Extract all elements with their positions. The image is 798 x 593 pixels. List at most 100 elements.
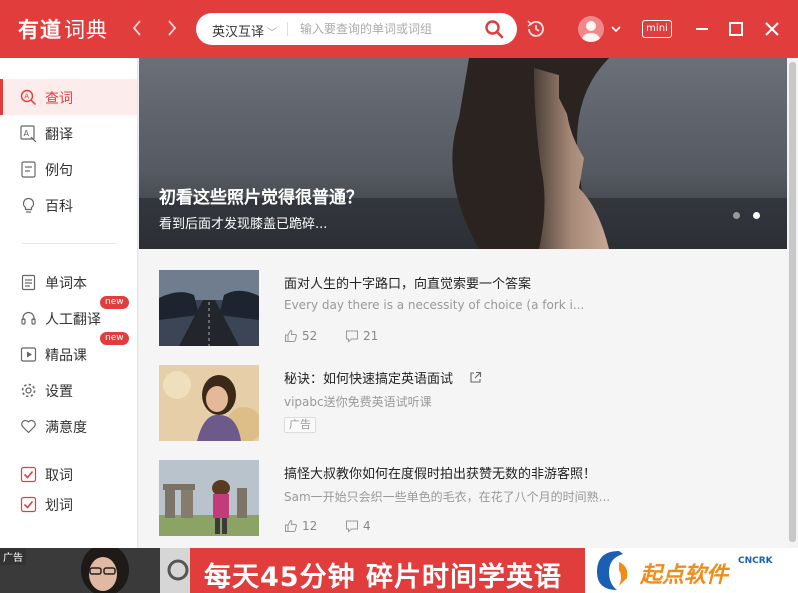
- svg-text:A: A: [24, 129, 30, 138]
- ad-tag: 广告: [284, 417, 316, 433]
- mini-mode-button[interactable]: mini: [642, 20, 672, 38]
- comment-icon: [346, 330, 358, 343]
- like-count[interactable]: 12: [284, 519, 317, 533]
- sidebar-item-label: 例句: [45, 163, 73, 179]
- comment-count[interactable]: 4: [345, 519, 371, 533]
- search-button[interactable]: [484, 19, 504, 39]
- sidebar-item-label: 查词: [45, 91, 73, 107]
- sidebar-item-label: 百科: [45, 199, 73, 215]
- search-mode-select[interactable]: 英汉互译 ﹀: [212, 21, 277, 40]
- svg-text:A: A: [24, 93, 29, 101]
- checkbox-checked-icon: [20, 496, 37, 513]
- scrollbar[interactable]: [787, 58, 798, 548]
- main-content: 初看这些照片觉得很普通？ 看到后面才发现膝盖已跪碎... 面对人生的十字路口，向…: [139, 58, 787, 548]
- sidebar-item-courses[interactable]: 精品课 new: [0, 332, 137, 372]
- divider: [287, 22, 288, 36]
- comment-icon: [346, 520, 358, 533]
- logo-product: 词典: [64, 18, 108, 42]
- maximize-icon: [729, 22, 743, 36]
- feed-title: 搞怪大叔教你如何在度假时拍出获赞无数的非游客照！: [284, 467, 597, 482]
- chevron-right-icon: [168, 20, 177, 36]
- carousel-dot-active[interactable]: [753, 212, 760, 219]
- ad-label: 广告: [0, 548, 26, 565]
- hero-subtitle: 看到后面才发现膝盖已跪碎...: [159, 217, 328, 232]
- carousel-dot[interactable]: [733, 212, 740, 219]
- sidebar-divider: [22, 243, 117, 244]
- translate-icon: A: [20, 125, 37, 142]
- gear-icon: [21, 383, 36, 398]
- sidebar-item-label: 精品课: [45, 348, 87, 364]
- sidebar-item-encyclopedia[interactable]: 百科: [0, 187, 137, 223]
- play-icon: [20, 347, 37, 362]
- sidebar-item-label: 翻译: [45, 127, 73, 143]
- sidebar-item-human-translation[interactable]: 人工翻译 new: [0, 296, 137, 336]
- feed-subtitle: Sam一开始只会织一些单色的毛衣，在花了八个月的时间熟...: [284, 490, 611, 504]
- document-icon: [21, 161, 36, 178]
- sidebar-item-label: 满意度: [45, 420, 87, 436]
- back-button[interactable]: [126, 15, 148, 41]
- close-button[interactable]: [760, 17, 784, 41]
- sidebar-item-label: 设置: [45, 384, 73, 400]
- feed-card-ad[interactable]: 秘诀：如何快速搞定英语面试 vipabc送你免费英语试听课 广告: [159, 365, 769, 445]
- forward-button[interactable]: [161, 15, 183, 41]
- search-icon: [485, 20, 504, 39]
- logo-brand: 有道: [18, 18, 62, 42]
- notebook-icon: [21, 274, 36, 291]
- title-bar: 有道词典 英汉互译﹀ mini: [0, 0, 798, 58]
- scrollbar-thumb[interactable]: [789, 62, 796, 542]
- user-icon: [582, 21, 600, 42]
- feed-thumbnail: [159, 270, 259, 346]
- chevron-down-icon: [611, 26, 621, 33]
- minimize-button[interactable]: [690, 17, 714, 41]
- sidebar-item-translate[interactable]: A 翻译: [0, 115, 137, 151]
- like-count-value: 52: [302, 329, 318, 343]
- feed-title-text: 秘诀：如何快速搞定英语面试: [284, 372, 454, 387]
- banner-headline: 每天45分钟 碎片时间学英语: [204, 562, 562, 593]
- sidebar-item-label: 划词: [45, 498, 73, 514]
- sidebar-item-examples[interactable]: 例句: [0, 151, 137, 187]
- user-menu-button[interactable]: [609, 19, 623, 39]
- hero-carousel[interactable]: 初看这些照片觉得很普通？ 看到后面才发现膝盖已跪碎...: [139, 58, 787, 249]
- banner-photo: [0, 548, 190, 593]
- chevron-left-icon: [132, 20, 141, 36]
- heart-icon: [21, 419, 36, 434]
- maximize-button[interactable]: [724, 17, 748, 41]
- thumbs-up-icon: [285, 519, 297, 532]
- search-icon: A: [20, 89, 37, 106]
- thumbs-up-icon: [285, 329, 297, 342]
- search-mode-label: 英汉互译: [212, 25, 265, 40]
- sidebar-item-settings[interactable]: 设置: [0, 372, 137, 408]
- sidebar-item-label: 人工翻译: [45, 312, 101, 328]
- feed-subtitle: vipabc送你免费英语试听课: [284, 395, 432, 409]
- chevron-down-icon: ﹀: [267, 28, 278, 39]
- search-box: 英汉互译 ﹀: [196, 13, 517, 45]
- banner-ad[interactable]: 广告 每天45分钟 碎片时间学英语 起点软件 CNCRK: [0, 548, 798, 593]
- sidebar: A 查词 A 翻译 例句 百科 单词本 人工翻译 new 精品课 new 设置 …: [0, 58, 138, 548]
- sidebar-item-wordbook[interactable]: 单词本: [0, 264, 137, 300]
- headset-icon: [21, 311, 36, 325]
- minimize-icon: [696, 28, 708, 30]
- feed-title: 面对人生的十字路口，向直觉索要一个答案: [284, 277, 532, 292]
- hero-title: 初看这些照片觉得很普通？: [159, 188, 363, 208]
- sidebar-item-select-capture[interactable]: 划词: [0, 486, 137, 522]
- app-logo: 有道词典: [18, 14, 108, 44]
- sidebar-item-label: 单词本: [45, 276, 87, 292]
- comment-count[interactable]: 21: [345, 329, 378, 343]
- feed-card[interactable]: 搞怪大叔教你如何在度假时拍出获赞无数的非游客照！ Sam一开始只会织一些单色的毛…: [159, 460, 769, 540]
- sidebar-item-lookup[interactable]: A 查词: [0, 79, 137, 115]
- checkbox-checked-icon: [20, 466, 37, 483]
- user-avatar[interactable]: [578, 16, 604, 42]
- search-input[interactable]: [300, 19, 475, 39]
- like-count[interactable]: 52: [284, 329, 317, 343]
- history-button[interactable]: [524, 17, 548, 41]
- sidebar-item-satisfaction[interactable]: 满意度: [0, 408, 137, 444]
- feed-title: 秘诀：如何快速搞定英语面试: [284, 368, 482, 387]
- watermark-subtext: CNCRK: [738, 556, 773, 566]
- like-count-value: 12: [302, 519, 318, 533]
- watermark-text: 起点软件: [640, 563, 729, 588]
- feed-thumbnail: [159, 365, 259, 441]
- feed-card[interactable]: 面对人生的十字路口，向直觉索要一个答案 Every day there is a…: [159, 270, 769, 350]
- feed-subtitle: Every day there is a necessity of choice…: [284, 298, 585, 312]
- feed-thumbnail: [159, 460, 259, 536]
- sidebar-item-label: 取词: [45, 468, 73, 484]
